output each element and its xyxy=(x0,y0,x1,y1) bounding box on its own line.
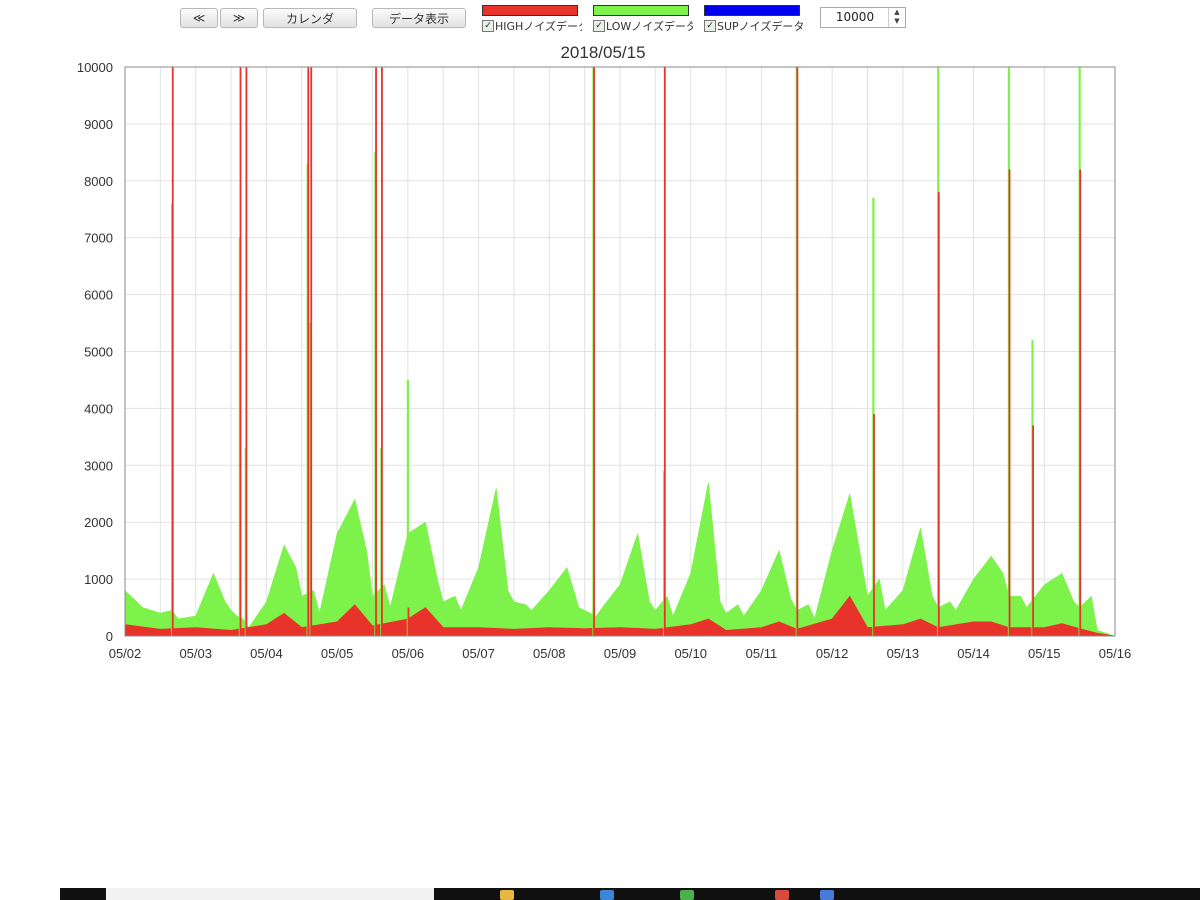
legend-sup-checkbox[interactable]: ✓ xyxy=(704,20,716,32)
legend-high-checkbox[interactable]: ✓ xyxy=(482,20,494,32)
x-tick-label: 05/02 xyxy=(109,646,142,661)
y-tick-label: 8000 xyxy=(84,174,113,189)
x-tick-label: 05/04 xyxy=(250,646,283,661)
x-tick-label: 05/06 xyxy=(392,646,425,661)
legend-high-swatch xyxy=(482,5,578,16)
next-button[interactable]: ≫ xyxy=(220,8,258,28)
y-tick-label: 4000 xyxy=(84,401,113,416)
x-tick-label: 05/13 xyxy=(887,646,920,661)
taskbar-search[interactable] xyxy=(106,888,434,900)
legend-low-swatch xyxy=(593,5,689,16)
y-tick-label: 6000 xyxy=(84,288,113,303)
chart-title: 2018/05/15 xyxy=(560,43,645,62)
noise-chart: 2018/05/15 0 1000 2000 3000 4000 5000 6000 7000… xyxy=(77,43,1132,661)
x-tick-label: 05/03 xyxy=(179,646,212,661)
legend-low: ✓ LOWノイズデータ xyxy=(593,5,693,34)
x-tick-label: 05/11 xyxy=(746,646,778,661)
x-tick-label: 05/07 xyxy=(462,646,495,661)
app-icon[interactable] xyxy=(600,890,614,900)
x-tick-label: 05/12 xyxy=(816,646,849,661)
x-tick-label: 05/09 xyxy=(604,646,637,661)
max-value-input[interactable]: 10000 xyxy=(821,8,889,27)
chart-grid xyxy=(124,66,1116,637)
toolbar: ≪ ≫ カレンダ データ表示 ✓ HIGHノイズデータ ✓ LOWノイズデータ … xyxy=(0,0,1200,36)
x-tick-label: 05/16 xyxy=(1099,646,1132,661)
x-tick-label: 05/05 xyxy=(321,646,354,661)
y-tick-label: 3000 xyxy=(84,458,113,473)
x-axis: 05/02 05/03 05/04 05/05 05/06 05/07 05/08 05/09… xyxy=(109,646,1132,661)
taskbar xyxy=(60,888,1200,900)
legend-sup: ✓ SUPノイズデータ xyxy=(704,5,804,34)
x-tick-label: 05/14 xyxy=(957,646,990,661)
legend-sup-label: SUPノイズデータ xyxy=(717,20,804,33)
legend-high: ✓ HIGHノイズデータ xyxy=(482,5,582,34)
x-tick-label: 05/10 xyxy=(674,646,707,661)
y-tick-label: 10000 xyxy=(77,60,113,75)
app-icon[interactable] xyxy=(680,890,694,900)
spin-down-icon[interactable]: ▼ xyxy=(889,17,905,26)
max-value-spinner[interactable]: 10000 ▲ ▼ xyxy=(820,7,906,28)
y-tick-label: 1000 xyxy=(84,572,113,587)
app-icon[interactable] xyxy=(820,890,834,900)
x-tick-label: 05/15 xyxy=(1028,646,1061,661)
legend-sup-swatch xyxy=(704,5,800,16)
y-tick-label: 2000 xyxy=(84,515,113,530)
legend-low-label: LOWノイズデータ xyxy=(606,20,693,33)
app-icon[interactable] xyxy=(775,890,789,900)
y-tick-label: 9000 xyxy=(84,117,113,132)
y-tick-label: 0 xyxy=(106,629,113,644)
legend-low-checkbox[interactable]: ✓ xyxy=(593,20,605,32)
legend-high-label: HIGHノイズデータ xyxy=(495,20,582,33)
prev-button[interactable]: ≪ xyxy=(180,8,218,28)
y-axis: 0 1000 2000 3000 4000 5000 6000 7000 8000 9000 100… xyxy=(77,60,113,644)
spin-up-icon[interactable]: ▲ xyxy=(889,8,905,17)
folder-icon[interactable] xyxy=(500,890,514,900)
x-tick-label: 05/08 xyxy=(533,646,566,661)
calendar-button[interactable]: カレンダ xyxy=(263,8,357,28)
y-tick-label: 5000 xyxy=(84,345,113,360)
show-data-button[interactable]: データ表示 xyxy=(372,8,466,28)
y-tick-label: 7000 xyxy=(84,231,113,246)
